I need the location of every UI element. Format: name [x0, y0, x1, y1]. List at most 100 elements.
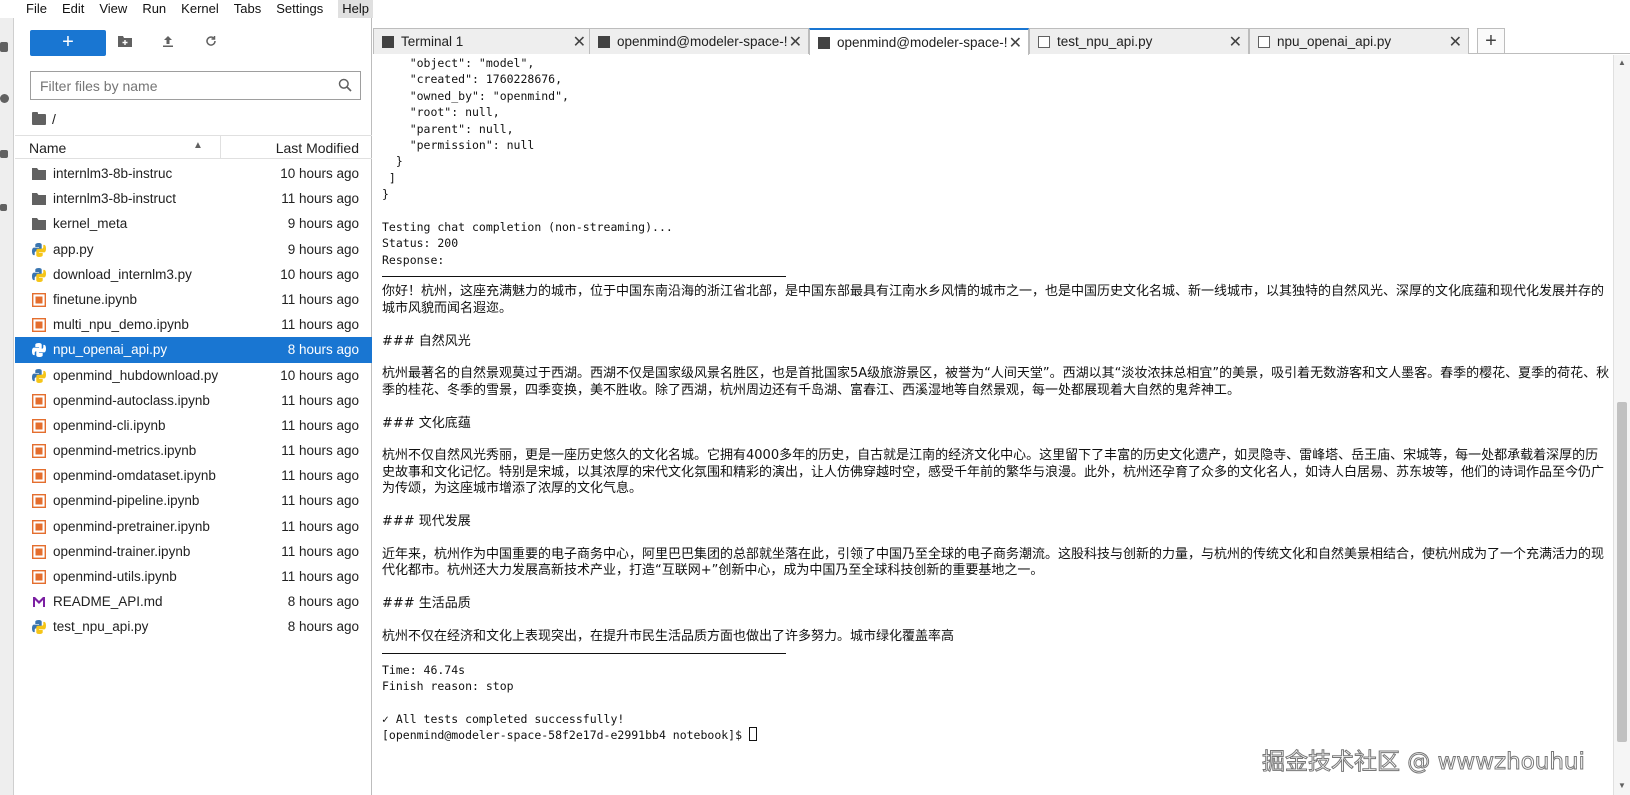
terminal-scrollbar[interactable]: ▲ ▼ — [1613, 55, 1630, 795]
file-row[interactable]: finetune.ipynb 11 hours ago — [15, 287, 372, 312]
file-modified: 10 hours ago — [280, 166, 359, 181]
file-name: openmind-cli.ipynb — [53, 417, 166, 433]
terminal-line: 杭州不仅在经济和文化上表现突出，在提升市民生活品质方面也做出了许多努力。城市绿化… — [382, 629, 1610, 645]
file-row[interactable]: npu_openai_api.py 8 hours ago — [15, 337, 372, 363]
terminal-icon — [382, 36, 394, 48]
menu-help[interactable]: Help — [338, 0, 373, 18]
file-modified: 9 hours ago — [287, 241, 359, 257]
file-row[interactable]: openmind-metrics.ipynb 11 hours ago — [15, 438, 372, 463]
file-row[interactable]: internlm3-8b-instruc 10 hours ago — [15, 161, 372, 186]
folder-icon[interactable] — [0, 42, 8, 52]
close-icon[interactable]: ✕ — [1446, 32, 1462, 52]
menu-view[interactable]: View — [99, 0, 136, 18]
file-row[interactable]: kernel_meta 9 hours ago — [15, 211, 372, 236]
terminal-line: ### 文化底蕴 — [382, 416, 1610, 432]
file-row[interactable]: README_API.md 8 hours ago — [15, 589, 372, 614]
file-row[interactable]: openmind-cli.ipynb 11 hours ago — [15, 413, 372, 438]
terminal-text: "parent": null, — [382, 121, 514, 136]
close-icon[interactable]: ✕ — [786, 32, 802, 52]
file-row[interactable]: openmind-pipeline.ipynb 11 hours ago — [15, 488, 372, 513]
file-name: openmind-metrics.ipynb — [53, 443, 197, 459]
upload-button[interactable] — [159, 33, 177, 51]
file-filter-box[interactable] — [30, 71, 361, 100]
terminal-line: Finish reason: stop — [382, 678, 1613, 694]
terminal-text: 近年来，杭州作为中国重要的电子商务中心，阿里巴巴集团的总部就坐落在此，引领了中国… — [382, 546, 1605, 579]
terminal-text: Status: 200 — [382, 236, 459, 251]
add-tab-button[interactable]: + — [1477, 28, 1505, 54]
close-icon[interactable]: ✕ — [570, 32, 586, 52]
menu-edit[interactable]: Edit — [62, 0, 93, 18]
file-modified: 9 hours ago — [287, 216, 359, 232]
column-divider[interactable] — [220, 136, 221, 159]
commands-icon[interactable] — [0, 150, 8, 158]
refresh-button[interactable] — [202, 33, 220, 51]
file-row[interactable]: app.py 9 hours ago — [15, 237, 372, 262]
terminal-line: "object": "model", — [382, 55, 1613, 71]
tab-2[interactable]: openmind@modeler-space-! ✕ — [589, 28, 809, 54]
terminal-output[interactable]: "object": "model", "created": 1760228676… — [373, 55, 1613, 795]
close-icon[interactable]: ✕ — [1226, 32, 1242, 52]
scroll-down-icon[interactable]: ▼ — [1618, 781, 1626, 790]
tab-3[interactable]: openmind@modeler-space-! ✕ — [809, 28, 1029, 55]
extension-icon[interactable] — [0, 204, 7, 211]
breadcrumb-root[interactable]: / — [52, 111, 56, 127]
file-name: openmind-trainer.ipynb — [53, 543, 191, 559]
scroll-up-icon[interactable]: ▲ — [1618, 58, 1626, 67]
file-row[interactable]: openmind-pretrainer.ipynb 11 hours ago — [15, 514, 372, 539]
file-row[interactable]: internlm3-8b-instruct 11 hours ago — [15, 186, 372, 211]
file-icon — [1038, 36, 1050, 48]
tab-4[interactable]: test_npu_api.py ✕ — [1029, 28, 1249, 54]
terminal-text: ✓ All tests completed successfully! — [382, 711, 625, 726]
search-icon — [338, 78, 352, 92]
menu-file[interactable]: File — [26, 0, 56, 18]
terminal-line: Response: — [382, 252, 1613, 268]
terminal-text: "created": 1760228676, — [382, 72, 563, 87]
watermark: 掘金技术社区 @ wwwzhouhui — [1262, 749, 1586, 776]
notebook-icon — [31, 469, 47, 484]
new-folder-button[interactable] — [116, 33, 134, 51]
menu-tabs[interactable]: Tabs — [234, 0, 270, 18]
file-name: openmind-utils.ipynb — [53, 569, 177, 584]
notebook-icon — [31, 444, 47, 459]
file-name: download_internlm3.py — [53, 266, 192, 282]
column-modified-header[interactable]: Last Modified — [276, 140, 359, 156]
file-row[interactable]: openmind-utils.ipynb 11 hours ago — [15, 564, 372, 589]
file-row[interactable]: openmind-autoclass.ipynb 11 hours ago — [15, 388, 372, 413]
notebook-icon — [31, 519, 47, 534]
file-modified: 11 hours ago — [281, 518, 359, 534]
new-launcher-button[interactable]: + — [30, 30, 106, 56]
notebook-icon — [31, 292, 47, 307]
column-name-header[interactable]: Name — [29, 140, 66, 156]
tab-1[interactable]: Terminal 1 ✕ — [373, 28, 593, 54]
markdown-icon — [32, 595, 46, 608]
tab-5[interactable]: npu_openai_api.py ✕ — [1249, 28, 1469, 54]
menu-kernel[interactable]: Kernel — [181, 0, 228, 18]
file-row[interactable]: openmind-trainer.ipynb 11 hours ago — [15, 539, 372, 564]
terminal-text: Time: 46.74s — [382, 662, 466, 677]
file-row[interactable]: openmind-omdataset.ipynb 11 hours ago — [15, 463, 372, 488]
terminal-line: Testing chat completion (non-streaming).… — [382, 219, 1613, 235]
home-folder-icon[interactable] — [32, 111, 46, 125]
menu-settings[interactable]: Settings — [276, 0, 332, 18]
file-filter-input[interactable] — [31, 72, 321, 99]
terminal-line: "parent": null, — [382, 121, 1613, 137]
terminal-line: 近年来，杭州作为中国重要的电子商务中心，阿里巴巴集团的总部就坐落在此，引领了中国… — [382, 547, 1610, 580]
file-row[interactable]: openmind_hubdownload.py 10 hours ago — [15, 363, 372, 388]
running-icon[interactable] — [0, 94, 9, 103]
scroll-thumb[interactable] — [1617, 402, 1627, 742]
file-row[interactable]: multi_npu_demo.ipynb 11 hours ago — [15, 312, 372, 337]
file-name: multi_npu_demo.ipynb — [53, 317, 189, 333]
file-row[interactable]: test_npu_api.py 8 hours ago — [15, 614, 372, 639]
file-modified: 8 hours ago — [287, 342, 359, 358]
menu-run[interactable]: Run — [142, 0, 175, 18]
terminal-text: } — [382, 154, 403, 169]
file-modified: 11 hours ago — [281, 291, 359, 307]
close-icon[interactable]: ✕ — [1006, 33, 1022, 53]
file-row[interactable]: download_internlm3.py 10 hours ago — [15, 262, 372, 287]
file-modified: 8 hours ago — [287, 594, 359, 610]
file-name: kernel_meta — [53, 216, 128, 232]
